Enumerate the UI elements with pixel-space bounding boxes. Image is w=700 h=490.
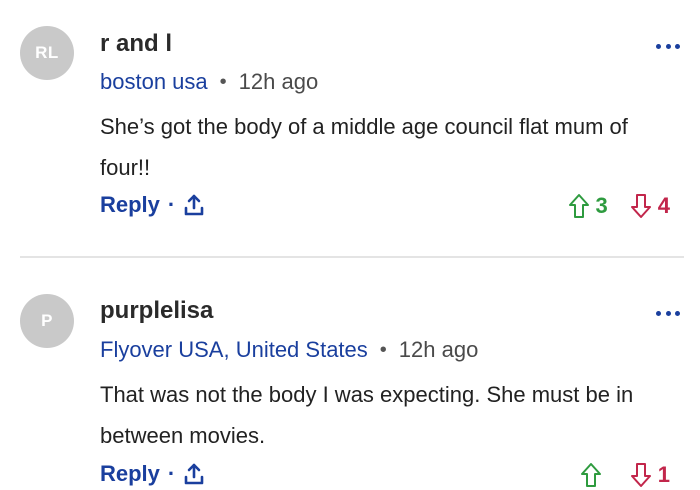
dot (675, 310, 680, 316)
comment-meta: Flyover USA, United States • 12h ago (100, 337, 478, 363)
comment-item: RL r and l boston usa • 12h ago She’s go… (0, 0, 700, 256)
meta-separator: • (379, 338, 387, 361)
comment-location[interactable]: boston usa (100, 69, 208, 95)
meta-separator: • (219, 70, 227, 93)
downvote-count: 4 (657, 193, 670, 218)
downvote-button[interactable]: 4 (630, 193, 670, 219)
comments-page: RL r and l boston usa • 12h ago She’s go… (0, 0, 700, 490)
more-options-icon[interactable] (656, 307, 680, 319)
reply-button[interactable]: Reply (100, 192, 160, 218)
comment-username[interactable]: purplelisa (100, 297, 213, 325)
upvote-button[interactable]: 3 (568, 193, 608, 219)
downvote-count: 1 (657, 462, 670, 487)
downvote-arrow-icon (630, 194, 651, 218)
more-options-icon[interactable] (656, 40, 680, 52)
action-separator: · (167, 461, 176, 486)
dot (675, 43, 680, 49)
upvote-count: 3 (595, 193, 608, 218)
comment-username[interactable]: r and l (100, 30, 172, 58)
comment-timestamp: 12h ago (398, 337, 479, 362)
comment-body: She’s got the body of a middle age counc… (100, 114, 628, 180)
comment-timestamp: 12h ago (238, 69, 319, 94)
share-icon[interactable] (183, 462, 205, 486)
dot (656, 310, 661, 316)
upvote-arrow-icon (580, 463, 601, 487)
dot (665, 310, 671, 316)
avatar[interactable]: RL (20, 26, 74, 80)
downvote-button[interactable]: 1 (630, 462, 670, 488)
share-icon[interactable] (183, 193, 205, 217)
comment-actions: Reply · (100, 461, 205, 487)
vote-controls: 1 (580, 462, 670, 488)
avatar[interactable]: P (20, 294, 74, 348)
comment-body: That was not the body I was expecting. S… (100, 382, 634, 448)
comment-divider (20, 256, 684, 258)
comment-location[interactable]: Flyover USA, United States (100, 337, 368, 363)
dot (656, 43, 661, 49)
comment-actions: Reply · (100, 192, 205, 218)
upvote-arrow-icon (568, 194, 589, 218)
downvote-arrow-icon (630, 463, 651, 487)
upvote-button[interactable] (580, 462, 608, 488)
action-separator: · (167, 192, 176, 217)
comment-item: P purplelisa Flyover USA, United States … (0, 259, 700, 490)
reply-button[interactable]: Reply (100, 461, 160, 487)
vote-controls: 3 4 (568, 193, 670, 219)
dot (665, 43, 671, 49)
comment-meta: boston usa • 12h ago (100, 69, 318, 95)
